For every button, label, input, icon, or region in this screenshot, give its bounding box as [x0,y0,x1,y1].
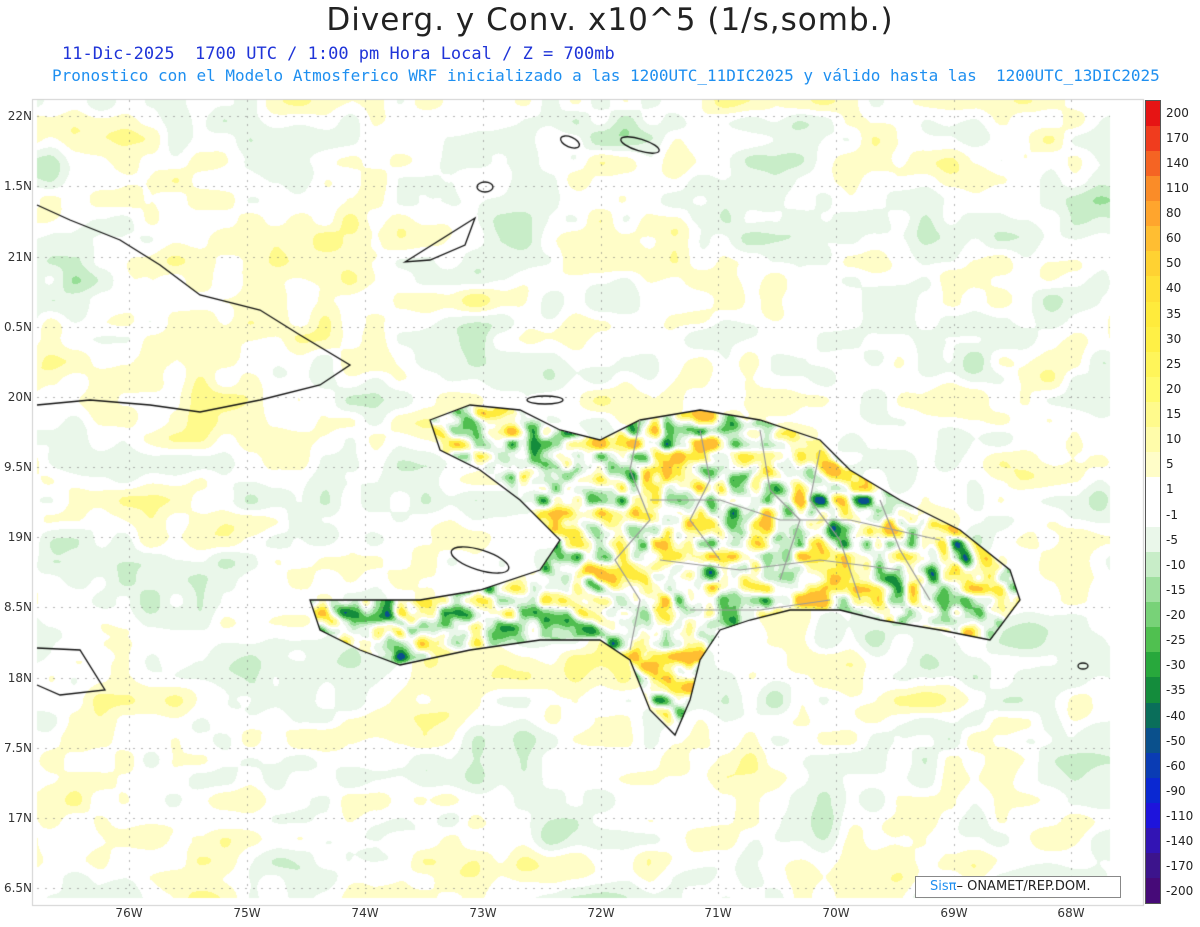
credit-text: – ONAMET/REP.DOM. [956,879,1091,894]
legend-label: -50 [1166,733,1186,748]
legend-label: -10 [1166,557,1186,572]
lat-tick-label: 7.5N [3,741,32,755]
legend-swatch [1146,101,1160,127]
legend-swatch [1146,527,1160,553]
lon-tick-label: 69W [940,906,968,920]
lon-tick-label: 73W [469,906,497,920]
legend-label: 5 [1166,457,1174,472]
legend-label: -110 [1166,809,1194,824]
divergence-map [0,0,1200,927]
sispi-logo: Sisπ [930,879,957,894]
legend-label: -25 [1166,633,1186,648]
legend-swatch [1146,126,1160,152]
legend-swatch [1146,176,1160,202]
legend-label: -1 [1166,507,1178,522]
legend-swatch [1146,451,1160,477]
legend-label: 1 [1166,482,1174,497]
legend-swatch [1146,652,1160,678]
legend-swatch [1146,251,1160,277]
legend-swatch [1146,552,1160,578]
lon-tick-label: 76W [115,906,143,920]
lat-tick-label: 9.5N [3,460,32,474]
lon-tick-label: 70W [822,906,850,920]
legend-label: -200 [1166,884,1194,899]
color-legend-bar [1145,100,1161,904]
legend-swatch [1146,401,1160,427]
lon-tick-label: 68W [1057,906,1085,920]
legend-label: 80 [1166,206,1182,221]
legend-label: -60 [1166,758,1186,773]
legend-label: -5 [1166,532,1178,547]
color-legend-labels: 200 170 140 110 80 60 50 40 35 30 25 20 15 10 5 1 -1 -5 -1… [1166,100,1200,904]
legend-swatch [1146,602,1160,628]
lat-tick-label: 17N [7,811,32,825]
legend-swatch [1146,426,1160,452]
legend-label: 200 [1166,105,1189,120]
legend-swatch [1146,627,1160,653]
lon-tick-label: 71W [704,906,732,920]
map-title: Diverg. y Conv. x10^5 (1/s,somb.) [326,2,894,38]
legend-label: 15 [1166,407,1182,422]
legend-swatch [1146,351,1160,377]
legend-label: 110 [1166,180,1189,195]
lat-tick-label: 21N [7,250,32,264]
legend-swatch [1146,201,1160,227]
legend-label: 60 [1166,231,1182,246]
legend-swatch [1146,276,1160,302]
forecast-time-label: 11-Dic-2025 1700 UTC / 1:00 pm Hora Loca… [62,44,615,64]
legend-label: 170 [1166,130,1189,145]
legend-label: 10 [1166,432,1182,447]
lat-tick-label: 20N [7,390,32,404]
legend-label: 35 [1166,306,1182,321]
legend-label: 140 [1166,155,1189,170]
model-caption: Pronostico con el Modelo Atmosferico WRF… [52,66,1160,85]
legend-swatch [1146,502,1160,528]
legend-label: -170 [1166,859,1194,874]
legend-swatch [1146,326,1160,352]
lat-tick-label: 22N [7,109,32,123]
legend-swatch [1146,226,1160,252]
credit-box: Sisπ– ONAMET/REP.DOM. [915,876,1121,898]
lat-tick-label: 19N [7,530,32,544]
legend-swatch [1146,577,1160,603]
legend-swatch [1146,301,1160,327]
legend-label: -30 [1166,658,1186,673]
legend-label: -15 [1166,582,1186,597]
lat-tick-label: 8.5N [3,600,32,614]
legend-swatch [1146,877,1160,903]
legend-swatch [1146,677,1160,703]
legend-swatch [1146,777,1160,803]
legend-swatch [1146,827,1160,853]
legend-swatch [1146,376,1160,402]
legend-swatch [1146,476,1160,502]
legend-label: -40 [1166,708,1186,723]
lon-tick-label: 72W [587,906,615,920]
legend-label: 25 [1166,356,1182,371]
legend-label: 50 [1166,256,1182,271]
lon-tick-label: 75W [233,906,261,920]
legend-label: -20 [1166,608,1186,623]
lat-tick-label: 18N [7,671,32,685]
lon-tick-label: 74W [351,906,379,920]
legend-swatch [1146,702,1160,728]
legend-swatch [1146,752,1160,778]
legend-swatch [1146,802,1160,828]
lat-tick-label: 1.5N [3,179,32,193]
legend-label: -90 [1166,783,1186,798]
legend-swatch [1146,151,1160,177]
legend-label: -140 [1166,834,1194,849]
legend-swatch [1146,852,1160,878]
legend-label: -35 [1166,683,1186,698]
legend-swatch [1146,727,1160,753]
lat-tick-label: 0.5N [3,320,32,334]
legend-label: 20 [1166,381,1182,396]
legend-label: 30 [1166,331,1182,346]
lat-tick-label: 6.5N [3,881,32,895]
legend-label: 40 [1166,281,1182,296]
